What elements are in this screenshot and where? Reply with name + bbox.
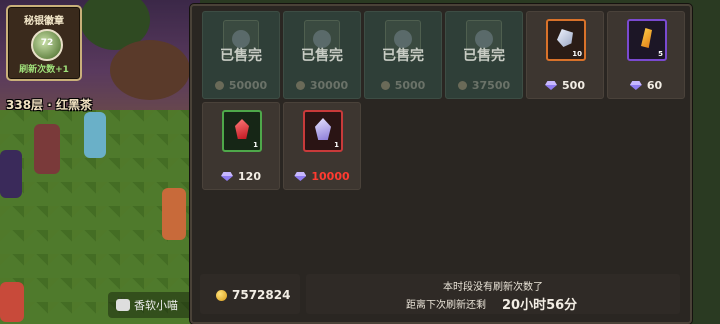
chat-text: 香软小喵 xyxy=(134,299,178,312)
next-refresh-time: 20小时56分 xyxy=(502,298,578,313)
red-gem-icon xyxy=(235,119,249,139)
shop-item-sold: 已售完 5000 xyxy=(364,11,442,99)
item-quantity: 1 xyxy=(334,141,339,149)
item-price: 500 xyxy=(527,79,603,92)
shop-item-red-gem[interactable]: 1 120 xyxy=(202,102,280,190)
no-refresh-message: 本时段没有刷新次数了 xyxy=(443,282,543,293)
price-value: 50000 xyxy=(228,79,268,92)
diamond-icon xyxy=(294,172,306,181)
next-refresh-label: 距离下次刷新还剩 xyxy=(406,300,486,311)
price-value: 37500 xyxy=(471,79,511,92)
price-value: 10000 xyxy=(311,170,350,183)
item-price: 10000 xyxy=(284,170,360,183)
badge-refresh-count: 刷新次数+1 xyxy=(19,65,69,75)
hero-character[interactable] xyxy=(34,124,60,174)
tree xyxy=(110,40,190,100)
shop-item-sold: 已售完 50000 xyxy=(202,11,280,99)
coin-icon xyxy=(380,81,390,90)
item-frame: 1 xyxy=(303,110,343,152)
price-value: 500 xyxy=(562,79,585,92)
sold-out-label: 已售完 xyxy=(382,48,424,64)
gold-shard-icon xyxy=(641,28,652,48)
badge-icon-text: 72 xyxy=(40,38,54,48)
item-frame: 10 xyxy=(546,19,586,61)
shop-item-silver-ore[interactable]: 10 500 xyxy=(526,11,604,99)
crystal-icon xyxy=(315,118,331,140)
diamond-icon xyxy=(545,81,557,90)
diamond-icon xyxy=(630,81,642,90)
price-value: 5000 xyxy=(394,79,426,92)
item-frame: 5 xyxy=(627,19,667,61)
item-price: 60 xyxy=(608,79,684,92)
item-quantity: 5 xyxy=(658,50,663,58)
badge-medal-icon: 72 xyxy=(31,29,63,61)
item-price: 37500 xyxy=(446,79,522,92)
hero-character[interactable] xyxy=(0,150,22,198)
chat-bubble-icon xyxy=(116,294,130,311)
price-value: 60 xyxy=(646,79,663,92)
sold-out-label: 已售完 xyxy=(463,48,505,64)
floor-label: 338层 · 红黑茶 xyxy=(6,98,92,112)
silver-ore-icon xyxy=(557,29,573,47)
item-price: 30000 xyxy=(284,79,360,92)
shop-item-crystal[interactable]: 1 10000 xyxy=(283,102,361,190)
item-quantity: 10 xyxy=(572,50,582,58)
mithril-badge[interactable]: 秘银徽章 72 刷新次数+1 xyxy=(6,5,82,81)
item-price: 50000 xyxy=(203,79,279,92)
sold-out-label: 已售完 xyxy=(301,48,343,64)
coin-icon xyxy=(457,81,467,90)
coin-icon xyxy=(214,81,224,90)
item-quantity: 1 xyxy=(253,141,258,149)
coin-icon xyxy=(295,81,305,90)
shop-item-sold: 已售完 37500 xyxy=(445,11,523,99)
item-frame: 1 xyxy=(222,110,262,152)
sold-out-label: 已售完 xyxy=(220,48,262,64)
hero-character[interactable] xyxy=(84,112,106,158)
diamond-icon xyxy=(221,172,233,181)
hero-character[interactable] xyxy=(162,188,186,240)
badge-title: 秘银徽章 xyxy=(24,16,64,27)
gold-amount: 7572824 xyxy=(232,288,291,302)
hero-character[interactable] xyxy=(0,282,24,322)
item-price: 120 xyxy=(203,170,279,183)
shop-item-sold: 已售完 30000 xyxy=(283,11,361,99)
item-price: 5000 xyxy=(365,79,441,92)
gold-balance: 7572824 xyxy=(216,288,290,302)
gold-coin-icon xyxy=(216,289,227,301)
shop-item-gold-shard[interactable]: 5 60 xyxy=(607,11,685,99)
price-value: 120 xyxy=(238,170,261,183)
price-value: 30000 xyxy=(309,79,349,92)
